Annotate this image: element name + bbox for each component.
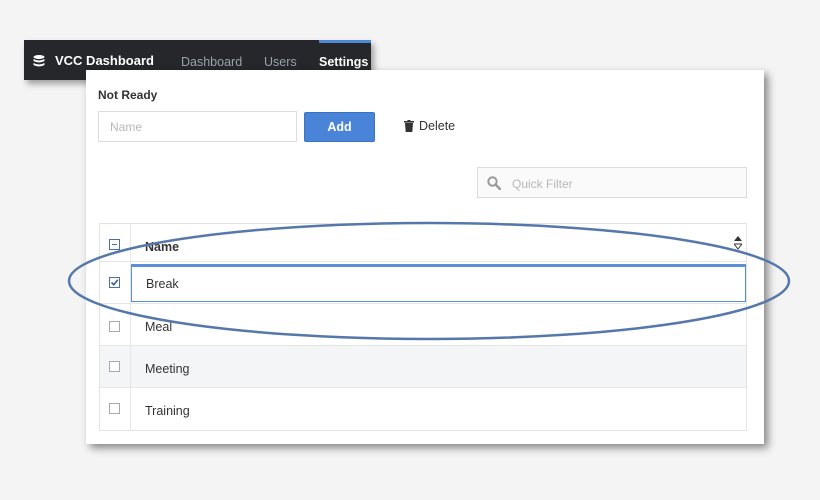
- checkmark-icon: [110, 279, 119, 286]
- row-edit-input[interactable]: [131, 264, 746, 302]
- quick-filter-input[interactable]: [510, 168, 744, 199]
- section-title: Not Ready: [98, 88, 158, 102]
- row-label: Meeting: [145, 362, 190, 376]
- nav-users[interactable]: Users: [264, 55, 297, 69]
- table-row[interactable]: Meal: [100, 304, 746, 346]
- select-all-checkbox[interactable]: [109, 239, 120, 250]
- delete-button[interactable]: Delete: [404, 119, 455, 133]
- brand[interactable]: VCC Dashboard: [32, 53, 154, 68]
- table-row[interactable]: Meeting: [100, 346, 746, 388]
- quick-filter[interactable]: [477, 167, 747, 199]
- table-row-editing[interactable]: [100, 262, 746, 304]
- search-icon: [487, 176, 501, 190]
- row-checkbox[interactable]: [109, 321, 120, 332]
- row-checkbox[interactable]: [109, 403, 120, 414]
- column-header-name[interactable]: Name: [145, 240, 179, 254]
- nav-active-indicator: [319, 40, 371, 43]
- row-checkbox[interactable]: [109, 361, 120, 372]
- row-checkbox-checked[interactable]: [109, 277, 120, 288]
- sort-icon[interactable]: [734, 236, 742, 250]
- row-label: Meal: [145, 320, 173, 334]
- column-divider: [130, 224, 131, 430]
- add-button[interactable]: Add: [304, 112, 375, 142]
- not-ready-table: Name Meal Meeting Training: [99, 223, 747, 431]
- delete-label: Delete: [419, 119, 456, 133]
- nav-dashboard[interactable]: Dashboard: [181, 55, 242, 69]
- row-label: Training: [145, 404, 190, 418]
- table-row[interactable]: Training: [100, 388, 746, 430]
- name-input[interactable]: [98, 111, 297, 142]
- nav-settings[interactable]: Settings: [319, 55, 368, 69]
- app-title: VCC Dashboard: [55, 53, 154, 68]
- table-header-row: Name: [100, 224, 746, 262]
- database-icon: [33, 54, 45, 66]
- trash-icon: [404, 120, 414, 132]
- not-ready-panel: Not Ready Add Delete Name: [86, 70, 764, 444]
